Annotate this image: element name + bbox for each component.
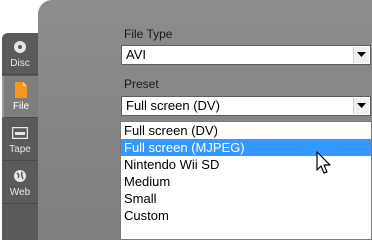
tape-icon	[12, 125, 28, 141]
preset-dropdown-list: Full screen (DV) Full screen (MJPEG) Nin…	[120, 121, 372, 240]
sidebar: Disc File Tape Web	[2, 33, 38, 240]
preset-option[interactable]: Full screen (DV)	[121, 122, 371, 139]
mouse-pointer-icon	[316, 151, 331, 174]
file-type-select[interactable]: AVI	[121, 45, 371, 65]
tab-tape[interactable]: Tape	[2, 119, 38, 161]
preset-option-highlighted[interactable]: Full screen (MJPEG)	[121, 139, 371, 156]
preset-option[interactable]: Medium	[121, 173, 371, 190]
chevron-down-icon	[357, 103, 366, 108]
preset-option[interactable]: Custom	[121, 207, 371, 224]
web-icon	[12, 168, 28, 184]
preset-option[interactable]: Small	[121, 190, 371, 207]
file-type-dropdown-button[interactable]	[353, 47, 369, 63]
tab-web-label: Web	[9, 187, 31, 198]
tab-web[interactable]: Web	[2, 162, 38, 204]
file-type-value: AVI	[126, 47, 146, 62]
file-icon	[13, 82, 29, 98]
preset-dropdown-button[interactable]	[353, 98, 369, 114]
tab-file[interactable]: File	[2, 76, 38, 118]
tab-file-label: File	[12, 101, 30, 112]
chevron-down-icon	[357, 52, 366, 57]
preset-value: Full screen (DV)	[126, 98, 220, 113]
tab-disc[interactable]: Disc	[2, 33, 38, 75]
disc-icon	[12, 39, 28, 55]
preset-option[interactable]: Nintendo Wii SD	[121, 156, 371, 173]
preset-label: Preset	[124, 77, 159, 91]
tab-disc-label: Disc	[10, 58, 30, 69]
preset-select[interactable]: Full screen (DV)	[121, 96, 371, 116]
tab-tape-label: Tape	[9, 144, 31, 155]
file-type-label: File Type	[124, 27, 173, 41]
